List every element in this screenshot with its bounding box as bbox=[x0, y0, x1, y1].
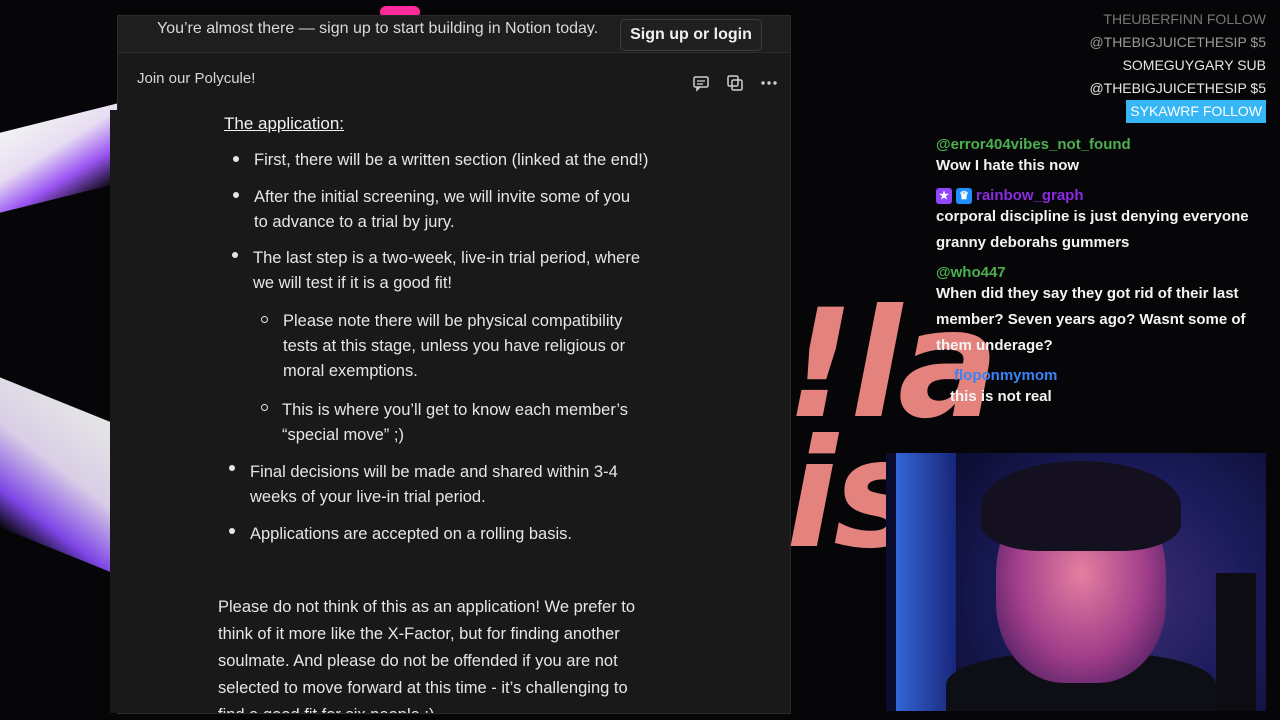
chat-username: floponmymom bbox=[954, 367, 1058, 385]
alert-item: @THEBIGJUICETHESIP $5 bbox=[1089, 77, 1266, 100]
chat-user-row: ★ ♛ rainbow_graph bbox=[936, 187, 1276, 205]
signup-login-button[interactable]: Sign up or login bbox=[620, 19, 762, 51]
chat-message: ★ ♛ rainbow_graph corporal discipline is j… bbox=[936, 187, 1276, 256]
alert-name: SYKAWRF bbox=[1130, 103, 1199, 119]
duplicate-icon[interactable] bbox=[726, 74, 744, 92]
paragraph-line: Please do not think of this as an applic… bbox=[218, 598, 636, 616]
crown-badge-icon: ♛ bbox=[956, 188, 972, 205]
alert-action: FOLLOW bbox=[1202, 103, 1262, 119]
list-item: Applications are accepted on a rolling b… bbox=[250, 525, 572, 543]
alert-action: FOLLOW bbox=[1206, 11, 1266, 27]
stream-alerts: THEUBERFINN FOLLOW @THEBIGJUICETHESIP $5… bbox=[1089, 8, 1266, 123]
paragraph-line: selected to move forward at this time - … bbox=[218, 679, 628, 697]
alert-item: SYKAWRF FOLLOW bbox=[1089, 100, 1266, 123]
chat-text: When did they say they got rid of their … bbox=[936, 285, 1246, 355]
webcam-feed bbox=[886, 453, 1266, 711]
closing-paragraph: Please do not think of this as an applic… bbox=[218, 594, 678, 713]
alert-name: @THEBIGJUICETHESIP bbox=[1089, 80, 1247, 96]
streamer-hair bbox=[981, 461, 1181, 551]
banner-text: You’re almost there — sign up to start b… bbox=[157, 20, 599, 37]
alert-item: @THEBIGJUICETHESIP $5 bbox=[1089, 31, 1266, 54]
bullet-icon bbox=[232, 252, 238, 258]
alert-name: THEUBERFINN bbox=[1103, 11, 1203, 27]
star-badge-icon: ★ bbox=[936, 188, 952, 205]
alert-action: $5 bbox=[1250, 34, 1266, 50]
stream-chat: @error404vibes_not_found Wow I hate this… bbox=[936, 136, 1276, 410]
bullet-icon bbox=[229, 528, 235, 534]
sub-bullet-icon bbox=[261, 316, 268, 323]
section-heading: The application: bbox=[224, 114, 345, 133]
background-light bbox=[896, 453, 956, 711]
list-item: Final decisions will be made and shared … bbox=[250, 463, 618, 481]
paragraph-line: find a good fit for six people :) bbox=[218, 702, 678, 713]
chat-text: corporal discipline is just denying ever… bbox=[936, 208, 1249, 252]
background-glitch bbox=[0, 103, 118, 213]
bullet-icon bbox=[233, 192, 239, 198]
microphone bbox=[1216, 573, 1256, 711]
chat-text: Wow I hate this now bbox=[936, 157, 1080, 174]
paragraph-line: think of it more like the X-Factor, but … bbox=[218, 625, 620, 643]
list-item: This is where you’ll get to know each me… bbox=[282, 401, 629, 419]
alert-item: THEUBERFINN FOLLOW bbox=[1089, 8, 1266, 31]
comment-icon[interactable] bbox=[692, 74, 710, 92]
list-item: “special move” ;) bbox=[282, 426, 404, 444]
alert-name: SOMEGUYGARY bbox=[1122, 57, 1234, 73]
alert-name: @THEBIGJUICETHESIP bbox=[1089, 34, 1247, 50]
chat-username: rainbow_graph bbox=[976, 187, 1084, 204]
list-item: tests at this stage, unless you have rel… bbox=[283, 337, 626, 355]
paragraph-line: soulmate. And please do not be offended … bbox=[218, 652, 618, 670]
bullet-icon bbox=[229, 465, 235, 471]
chat-message: @who447 When did they say they got rid o… bbox=[936, 264, 1276, 359]
chat-username: @error404vibes_not_found bbox=[936, 136, 1131, 153]
window-toolbar bbox=[692, 74, 778, 92]
more-icon[interactable] bbox=[760, 74, 778, 92]
chat-text: this is not real bbox=[950, 388, 1052, 406]
list-item: The last step is a two-week, live-in tri… bbox=[253, 249, 640, 267]
document-body: The application: First, there will be a … bbox=[110, 110, 782, 713]
list-item: First, there will be a written section (… bbox=[254, 151, 649, 169]
sub-bullet-icon bbox=[261, 404, 268, 411]
alert-action: SUB bbox=[1237, 57, 1266, 73]
list-item: Please note there will be physical compa… bbox=[283, 312, 623, 330]
list-item: weeks of your live-in trial period. bbox=[250, 488, 486, 506]
chat-message: @error404vibes_not_found Wow I hate this… bbox=[936, 136, 1276, 179]
bullet-icon bbox=[233, 156, 239, 162]
list-item: After the initial screening, we will inv… bbox=[254, 188, 631, 206]
list-item: to advance to a trial by jury. bbox=[254, 213, 455, 231]
alert-action: $5 bbox=[1250, 80, 1266, 96]
list-item: moral exemptions. bbox=[283, 362, 418, 380]
page-title: Join our Polycule! bbox=[137, 70, 256, 87]
list-item: we will test if it is a good fit! bbox=[253, 274, 452, 292]
background-glitch bbox=[0, 377, 112, 573]
chat-message: floponmymom this is not real bbox=[936, 367, 1276, 410]
alert-item: SOMEGUYGARY SUB bbox=[1089, 54, 1266, 77]
chat-username: @who447 bbox=[936, 264, 1006, 282]
